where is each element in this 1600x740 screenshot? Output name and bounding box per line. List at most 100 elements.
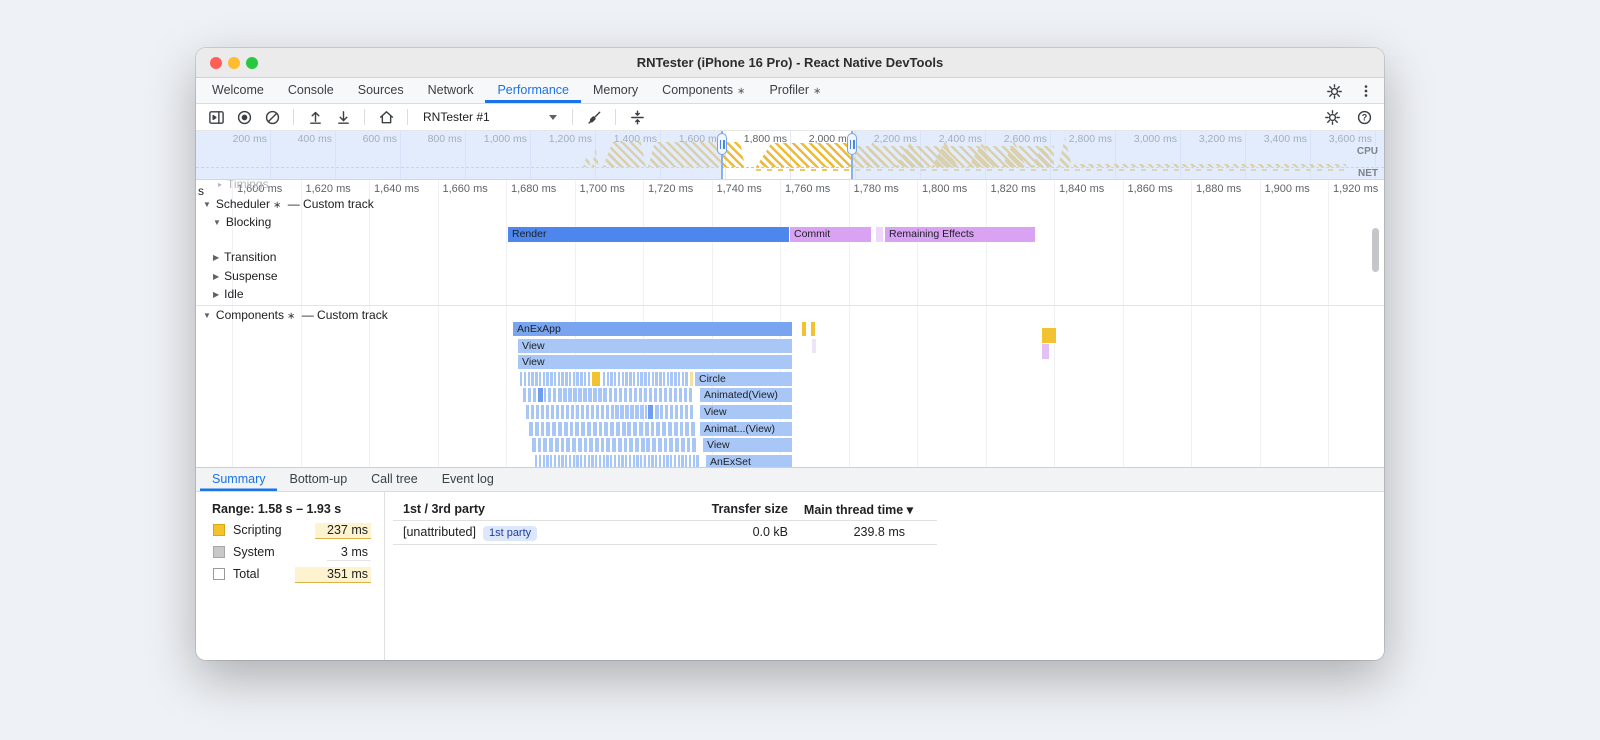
flame-sliver[interactable] bbox=[653, 388, 658, 403]
flame-sliver[interactable] bbox=[658, 454, 662, 467]
flame-sliver[interactable] bbox=[643, 454, 647, 467]
flame-sliver[interactable] bbox=[553, 388, 557, 403]
flame-mark[interactable] bbox=[1042, 328, 1056, 343]
flame-sliver[interactable] bbox=[691, 421, 696, 436]
flame-sliver[interactable] bbox=[583, 438, 588, 453]
flame-sliver[interactable] bbox=[615, 405, 619, 419]
flame-sliver[interactable] bbox=[628, 454, 632, 467]
flame-sliver[interactable] bbox=[668, 388, 673, 403]
ignore-listing-button[interactable] bbox=[625, 106, 649, 128]
flame-sliver[interactable] bbox=[625, 371, 628, 386]
flame-sliver[interactable] bbox=[538, 371, 542, 386]
flame-sliver[interactable] bbox=[618, 388, 622, 403]
flame-sliver[interactable] bbox=[557, 371, 561, 386]
flame-sliver[interactable] bbox=[602, 454, 605, 467]
flame-sliver[interactable] bbox=[548, 388, 552, 403]
flame-sliver[interactable] bbox=[583, 371, 587, 386]
flame-sliver[interactable] bbox=[623, 438, 628, 453]
flame-sliver[interactable] bbox=[540, 421, 545, 436]
flame-sliver[interactable] bbox=[655, 405, 659, 419]
flame-sliver[interactable] bbox=[692, 438, 697, 453]
track-header-transition[interactable]: ▶ Transition bbox=[213, 250, 276, 264]
flame-sliver[interactable] bbox=[550, 454, 553, 467]
flame-sliver[interactable] bbox=[600, 438, 605, 453]
flame-sliver[interactable] bbox=[686, 438, 691, 453]
flame-sliver[interactable] bbox=[673, 388, 678, 403]
flame-bar-view[interactable]: View bbox=[518, 355, 792, 370]
flame-sliver[interactable] bbox=[540, 405, 545, 419]
flame-sliver[interactable] bbox=[621, 454, 624, 467]
flame-sliver[interactable] bbox=[662, 421, 667, 436]
flame-sliver[interactable] bbox=[583, 388, 587, 403]
flame-sliver[interactable] bbox=[673, 421, 678, 436]
flame-sliver[interactable] bbox=[628, 388, 632, 403]
flame-sliver[interactable] bbox=[587, 371, 591, 386]
flame-sliver[interactable] bbox=[606, 371, 609, 386]
table-cell-party[interactable]: [unattributed] 1st party bbox=[403, 525, 538, 541]
flame-bar[interactable] bbox=[876, 227, 883, 242]
flame-sliver-highlight[interactable] bbox=[690, 371, 693, 386]
flame-sliver[interactable] bbox=[572, 438, 576, 453]
flame-sliver[interactable] bbox=[586, 421, 591, 436]
flame-sliver[interactable] bbox=[561, 454, 564, 467]
flame-sliver[interactable] bbox=[677, 454, 680, 467]
chevron-collapsed-icon[interactable]: ▶ bbox=[213, 290, 219, 299]
chevron-collapsed-icon[interactable]: ▶ bbox=[213, 272, 219, 281]
flame-sliver[interactable] bbox=[640, 405, 644, 419]
flame-sliver[interactable] bbox=[629, 371, 632, 386]
flame-sliver[interactable] bbox=[563, 388, 567, 403]
flame-sliver[interactable] bbox=[526, 405, 530, 419]
flame-sliver[interactable] bbox=[535, 405, 540, 419]
flame-sliver[interactable] bbox=[675, 438, 679, 453]
clear-button[interactable] bbox=[260, 106, 284, 128]
flame-sliver[interactable] bbox=[617, 371, 621, 386]
flame-sliver[interactable] bbox=[635, 438, 639, 453]
flame-sliver[interactable] bbox=[549, 438, 553, 453]
flame-sliver[interactable] bbox=[528, 388, 532, 403]
flame-sliver[interactable] bbox=[665, 405, 669, 419]
flame-sliver[interactable] bbox=[578, 388, 582, 403]
track-header-scheduler[interactable]: ▼ Scheduler ∗ — Custom track bbox=[203, 197, 374, 211]
flame-bar-commit[interactable]: Commit bbox=[790, 227, 871, 242]
flame-sliver[interactable] bbox=[623, 388, 627, 403]
flame-sliver[interactable] bbox=[608, 388, 612, 403]
flame-sliver[interactable] bbox=[605, 405, 609, 419]
flame-bar-view[interactable]: View bbox=[518, 338, 792, 353]
flame-sliver[interactable] bbox=[606, 438, 611, 453]
flame-sliver[interactable] bbox=[651, 454, 654, 467]
flame-bar-view[interactable]: View bbox=[703, 438, 792, 453]
vertical-scrollbar[interactable] bbox=[1372, 228, 1379, 272]
column-header-main-thread-time[interactable]: Main thread time ▾ bbox=[793, 502, 913, 517]
details-tab-event-log[interactable]: Event log bbox=[430, 468, 506, 491]
flame-sliver[interactable] bbox=[638, 388, 642, 403]
flame-sliver[interactable] bbox=[627, 421, 632, 436]
tab-performance[interactable]: Performance bbox=[485, 78, 581, 103]
flame-sliver[interactable] bbox=[681, 371, 685, 386]
flame-sliver[interactable] bbox=[591, 454, 594, 467]
flame-sliver[interactable] bbox=[681, 454, 684, 467]
flame-sliver[interactable] bbox=[531, 371, 534, 386]
flame-sliver[interactable] bbox=[658, 388, 663, 403]
flame-sliver[interactable] bbox=[630, 405, 634, 419]
flame-sliver[interactable] bbox=[636, 454, 639, 467]
flame-sliver[interactable] bbox=[647, 454, 650, 467]
flame-sliver[interactable] bbox=[666, 371, 670, 386]
flame-sliver[interactable] bbox=[688, 388, 693, 403]
flame-sliver[interactable] bbox=[555, 405, 560, 419]
flame-sliver[interactable] bbox=[688, 454, 692, 467]
chevron-expanded-icon[interactable]: ▼ bbox=[213, 218, 221, 227]
flame-sliver[interactable] bbox=[679, 421, 684, 436]
flame-sliver[interactable] bbox=[644, 371, 647, 386]
flame-sliver[interactable] bbox=[595, 454, 598, 467]
flame-sliver[interactable] bbox=[651, 371, 655, 386]
chevron-collapsed-icon[interactable]: ▶ bbox=[213, 253, 219, 262]
flame-sliver[interactable] bbox=[685, 371, 688, 386]
flame-sliver[interactable] bbox=[565, 405, 570, 419]
flame-sliver[interactable] bbox=[677, 371, 681, 386]
flame-sliver[interactable] bbox=[581, 421, 585, 436]
flame-sliver[interactable] bbox=[537, 438, 542, 453]
flame-chart[interactable]: 1,600 ms 1,620 ms 1,640 ms 1,660 ms 1,680 ms… bbox=[196, 180, 1384, 467]
flame-sliver[interactable] bbox=[646, 438, 651, 453]
flame-sliver[interactable] bbox=[633, 388, 637, 403]
load-profile-button[interactable] bbox=[303, 106, 327, 128]
